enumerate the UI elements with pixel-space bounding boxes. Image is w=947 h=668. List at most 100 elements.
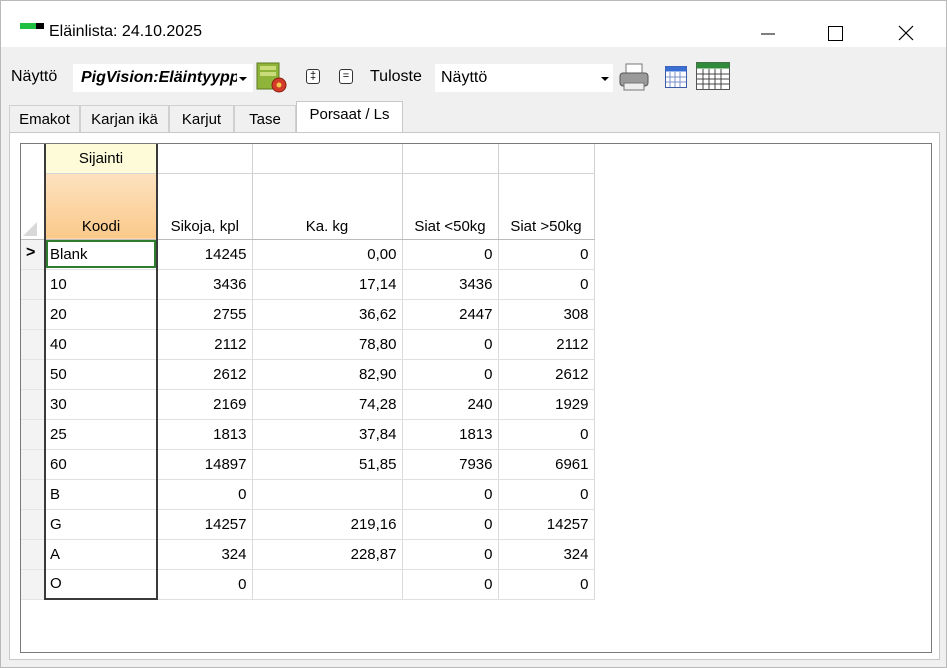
- cell-ka-kg[interactable]: [252, 479, 403, 510]
- cell-siat-alle-50[interactable]: 0: [402, 479, 499, 510]
- cell-siat-alle-50[interactable]: 240: [402, 389, 499, 420]
- row-header[interactable]: [21, 569, 46, 600]
- print-icon[interactable]: [617, 61, 653, 93]
- calendar-icon[interactable]: [695, 61, 731, 91]
- cell-sikoja[interactable]: 1813: [157, 419, 253, 450]
- data-grid[interactable]: Sijainti Koodi Sikoja, kpl Ka. kg Siat <…: [20, 143, 932, 653]
- band-header-sijainti[interactable]: Sijainti: [44, 144, 158, 174]
- cell-siat-yli-50[interactable]: 0: [498, 239, 595, 270]
- cell-siat-alle-50[interactable]: 1813: [402, 419, 499, 450]
- row-header[interactable]: [21, 299, 46, 330]
- cell-sikoja[interactable]: 2112: [157, 329, 253, 360]
- cell-koodi[interactable]: O: [44, 569, 158, 600]
- cell-siat-alle-50[interactable]: 7936: [402, 449, 499, 480]
- view-select[interactable]: PigVision:Eläintyyppi: [73, 64, 253, 92]
- cell-siat-yli-50[interactable]: 6961: [498, 449, 595, 480]
- row-header[interactable]: [21, 359, 46, 390]
- cell-koodi[interactable]: Blank: [44, 239, 158, 270]
- minimize-button[interactable]: [739, 9, 795, 47]
- cell-sikoja[interactable]: 14257: [157, 509, 253, 540]
- cell-sikoja[interactable]: 0: [157, 569, 253, 600]
- column-header-siat-yli-50[interactable]: Siat >50kg: [497, 173, 595, 240]
- cell-koodi[interactable]: B: [44, 479, 158, 510]
- cell-koodi[interactable]: 20: [44, 299, 158, 330]
- table-row[interactable]: 25 1813 37,84 1813 0: [21, 419, 595, 450]
- calendar-small-icon[interactable]: [664, 65, 688, 89]
- cell-siat-alle-50[interactable]: 0: [402, 239, 499, 270]
- cell-sikoja[interactable]: 324: [157, 539, 253, 570]
- cell-koodi[interactable]: 25: [44, 419, 158, 450]
- table-row[interactable]: 30 2169 74,28 240 1929: [21, 389, 595, 420]
- cell-koodi[interactable]: 60: [44, 449, 158, 480]
- row-header[interactable]: >: [21, 239, 46, 270]
- title-bar[interactable]: Eläinlista: 24.10.2025: [1, 1, 946, 47]
- settings-gear-icon[interactable]: [255, 59, 289, 95]
- cell-siat-alle-50[interactable]: 0: [402, 509, 499, 540]
- cell-sikoja[interactable]: 0: [157, 479, 253, 510]
- table-row[interactable]: 50 2612 82,90 0 2612: [21, 359, 595, 390]
- cell-koodi[interactable]: A: [44, 539, 158, 570]
- cell-siat-yli-50[interactable]: 0: [498, 269, 595, 300]
- cell-siat-yli-50[interactable]: 324: [498, 539, 595, 570]
- row-header[interactable]: [21, 419, 46, 450]
- tab-tase[interactable]: Tase: [234, 105, 296, 133]
- row-header[interactable]: [21, 269, 46, 300]
- cell-koodi[interactable]: G: [44, 509, 158, 540]
- cell-ka-kg[interactable]: 78,80: [252, 329, 403, 360]
- cell-sikoja[interactable]: 3436: [157, 269, 253, 300]
- row-header[interactable]: [21, 509, 46, 540]
- cell-ka-kg[interactable]: [252, 569, 403, 600]
- cell-siat-yli-50[interactable]: 0: [498, 569, 595, 600]
- cell-koodi[interactable]: 10: [44, 269, 158, 300]
- table-row[interactable]: > Blank 14245 0,00 0 0: [21, 239, 595, 270]
- column-header-ka-kg[interactable]: Ka. kg: [251, 173, 403, 240]
- maximize-button[interactable]: [807, 9, 863, 47]
- cell-siat-yli-50[interactable]: 1929: [498, 389, 595, 420]
- table-row[interactable]: A 324 228,87 0 324: [21, 539, 595, 570]
- cell-ka-kg[interactable]: 36,62: [252, 299, 403, 330]
- cell-sikoja[interactable]: 2755: [157, 299, 253, 330]
- cell-siat-alle-50[interactable]: 0: [402, 539, 499, 570]
- table-row[interactable]: G 14257 219,16 0 14257: [21, 509, 595, 540]
- cell-siat-yli-50[interactable]: 14257: [498, 509, 595, 540]
- cell-siat-yli-50[interactable]: 308: [498, 299, 595, 330]
- row-header[interactable]: [21, 329, 46, 360]
- cell-ka-kg[interactable]: 37,84: [252, 419, 403, 450]
- table-row[interactable]: O000: [21, 569, 595, 600]
- cell-siat-alle-50[interactable]: 2447: [402, 299, 499, 330]
- cell-siat-alle-50[interactable]: 0: [402, 359, 499, 390]
- row-header[interactable]: [21, 479, 46, 510]
- cell-koodi[interactable]: 40: [44, 329, 158, 360]
- cell-ka-kg[interactable]: 74,28: [252, 389, 403, 420]
- tab-emakot[interactable]: Emakot: [9, 105, 80, 133]
- cell-siat-alle-50[interactable]: 3436: [402, 269, 499, 300]
- row-header[interactable]: [21, 389, 46, 420]
- equal-button[interactable]: =: [339, 69, 353, 84]
- expand-button[interactable]: ‡: [306, 69, 320, 84]
- column-header-sikoja[interactable]: Sikoja, kpl: [156, 173, 253, 240]
- cell-siat-alle-50[interactable]: 0: [402, 329, 499, 360]
- table-row[interactable]: 10 3436 17,14 3436 0: [21, 269, 595, 300]
- row-header[interactable]: [21, 539, 46, 570]
- tab-karjan-ika[interactable]: Karjan ikä: [80, 105, 169, 133]
- column-header-siat-alle-50[interactable]: Siat <50kg: [401, 173, 499, 240]
- cell-siat-yli-50[interactable]: 0: [498, 479, 595, 510]
- cell-koodi[interactable]: 30: [44, 389, 158, 420]
- table-row[interactable]: B000: [21, 479, 595, 510]
- table-row[interactable]: 40 2112 78,80 0 2112: [21, 329, 595, 360]
- cell-siat-alle-50[interactable]: 0: [402, 569, 499, 600]
- cell-siat-yli-50[interactable]: 2112: [498, 329, 595, 360]
- cell-sikoja[interactable]: 14245: [157, 239, 253, 270]
- cell-ka-kg[interactable]: 82,90: [252, 359, 403, 390]
- cell-siat-yli-50[interactable]: 0: [498, 419, 595, 450]
- cell-ka-kg[interactable]: 0,00: [252, 239, 403, 270]
- cell-siat-yli-50[interactable]: 2612: [498, 359, 595, 390]
- cell-ka-kg[interactable]: 219,16: [252, 509, 403, 540]
- cell-ka-kg[interactable]: 51,85: [252, 449, 403, 480]
- tab-karjut[interactable]: Karjut: [169, 105, 234, 133]
- cell-ka-kg[interactable]: 228,87: [252, 539, 403, 570]
- column-header-koodi[interactable]: Koodi: [44, 173, 158, 240]
- output-select[interactable]: Näyttö: [435, 64, 613, 92]
- cell-sikoja[interactable]: 2612: [157, 359, 253, 390]
- select-all-corner[interactable]: [23, 221, 37, 236]
